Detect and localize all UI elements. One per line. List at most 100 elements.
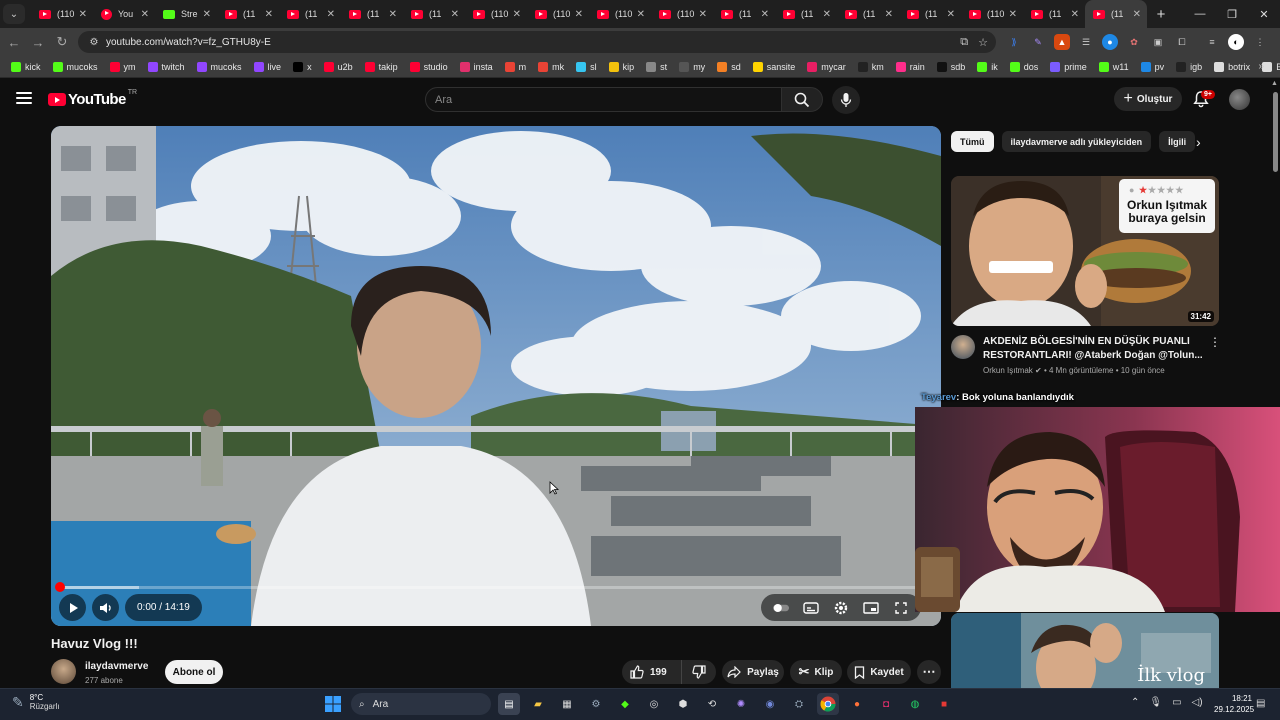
taskbar-search[interactable]: ⌕ Ara: [351, 693, 491, 715]
app-arrow-icon[interactable]: ⟲: [701, 693, 723, 715]
install-app-icon[interactable]: ⧉: [960, 36, 968, 49]
extension-1-icon[interactable]: ⟫: [1006, 34, 1022, 50]
bookmark-item[interactable]: km: [853, 58, 889, 76]
recommended-video-thumbnail-2[interactable]: İlk vlog: [951, 613, 1219, 688]
menu-hamburger-icon[interactable]: [16, 92, 32, 104]
discord-icon[interactable]: ◉: [759, 693, 781, 715]
site-info-icon[interactable]: ⚙: [84, 37, 104, 48]
browser-tab[interactable]: (110 ✕: [31, 0, 93, 28]
browser-menu-icon[interactable]: ⋮: [1252, 34, 1268, 50]
restore-icon[interactable]: ❐: [1216, 0, 1248, 28]
bookmark-item[interactable]: dos: [1005, 58, 1044, 76]
search-button[interactable]: [781, 87, 823, 112]
extension-7-icon[interactable]: ▣: [1150, 34, 1166, 50]
bookmark-item[interactable]: botrix: [1209, 58, 1255, 76]
bookmark-item[interactable]: mk: [533, 58, 569, 76]
browser-tab[interactable]: (11 ✕: [713, 0, 775, 28]
bookmark-item[interactable]: sd: [712, 58, 746, 76]
tab-close-icon[interactable]: ✕: [1133, 9, 1141, 20]
browser-tab[interactable]: (11 ✕: [775, 0, 837, 28]
voice-search-button[interactable]: [832, 86, 860, 114]
taskbar-clock[interactable]: 18:21 29.12.2025: [1214, 693, 1254, 715]
browser-tab[interactable]: (110 ✕: [961, 0, 1023, 28]
filter-chip[interactable]: ilaydavmerve adlı yükleyiciden: [1001, 131, 1152, 152]
tab-close-icon[interactable]: ✕: [265, 9, 273, 20]
extensions-puzzle-icon[interactable]: ⧠: [1174, 34, 1190, 50]
tab-close-icon[interactable]: ✕: [513, 9, 521, 20]
more-actions-button[interactable]: ⋯: [917, 660, 941, 684]
recommended-video-thumbnail[interactable]: ● ★★★★★ Orkun Işıtmak buraya gelsin 31:4…: [951, 176, 1219, 326]
address-bar[interactable]: ⚙ youtube.com/watch?v=fz_GTHU8y-E ⧉ ☆: [78, 31, 996, 53]
back-arrow-icon[interactable]: ←: [2, 30, 26, 54]
tab-search-chevron-icon[interactable]: ⌄: [3, 4, 25, 24]
settings-gear-icon[interactable]: [833, 600, 849, 616]
bookmark-item[interactable]: my: [674, 58, 710, 76]
recommended-channel-name[interactable]: Orkun Işıtmak: [983, 366, 1033, 375]
extension-4-icon[interactable]: ☰: [1078, 34, 1094, 50]
notification-center-icon[interactable]: ▤: [1256, 698, 1265, 709]
scroll-up-arrow-icon[interactable]: ▲: [1271, 80, 1278, 87]
bookmark-item[interactable]: kip: [604, 58, 640, 76]
microphone-tray-icon[interactable]: 🎙: [1149, 697, 1162, 708]
bookmark-item[interactable]: mycar: [802, 58, 851, 76]
share-button[interactable]: Paylaş: [722, 660, 784, 684]
chrome-icon[interactable]: [817, 693, 839, 715]
browser-tab[interactable]: (110 ✕: [589, 0, 651, 28]
youtube-logo[interactable]: YouTube TR: [48, 89, 137, 108]
tab-close-icon[interactable]: ✕: [885, 9, 893, 20]
profile-icon[interactable]: ◐: [1228, 34, 1244, 50]
chips-next-arrow-icon[interactable]: ›: [1196, 134, 1201, 150]
tab-close-icon[interactable]: ✕: [141, 9, 149, 20]
store-icon[interactable]: ▦: [556, 693, 578, 715]
extension-5-icon[interactable]: ●: [1102, 34, 1118, 50]
fullscreen-icon[interactable]: [893, 600, 909, 616]
tab-close-icon[interactable]: ✕: [451, 9, 459, 20]
bookmark-item[interactable]: prime: [1045, 58, 1092, 76]
tab-close-icon[interactable]: ✕: [389, 9, 397, 20]
firefox-icon[interactable]: ●: [846, 693, 868, 715]
channel-avatar[interactable]: [51, 659, 76, 684]
bookmark-item[interactable]: sdb: [932, 58, 971, 76]
tab-close-icon[interactable]: ✕: [823, 9, 831, 20]
browser-tab[interactable]: You ✕: [93, 0, 155, 28]
weather-widget[interactable]: ✎ 8°C Rüzgarlı: [12, 693, 60, 711]
bookmark-item[interactable]: studio: [405, 58, 453, 76]
bookmark-item[interactable]: m: [500, 58, 532, 76]
browser-tab[interactable]: (11 ✕: [1085, 0, 1147, 28]
tab-close-icon[interactable]: ✕: [1009, 9, 1017, 20]
tab-close-icon[interactable]: ✕: [575, 9, 583, 20]
volume-button[interactable]: [92, 594, 119, 621]
browser-tab[interactable]: (11 ✕: [217, 0, 279, 28]
extension-2-icon[interactable]: ✎: [1030, 34, 1046, 50]
app-red-icon[interactable]: ■: [933, 693, 955, 715]
reload-icon[interactable]: ↻: [50, 30, 74, 54]
app-cube-icon[interactable]: ⬢: [672, 693, 694, 715]
tab-close-icon[interactable]: ✕: [637, 9, 645, 20]
play-button[interactable]: [59, 594, 86, 621]
minimize-icon[interactable]: —: [1184, 0, 1216, 28]
forward-arrow-icon[interactable]: →: [26, 30, 50, 54]
browser-tab[interactable]: (110 ✕: [651, 0, 713, 28]
steam-icon[interactable]: ⛭: [788, 693, 810, 715]
browser-tab[interactable]: (11 ✕: [341, 0, 403, 28]
filter-chip[interactable]: İlgili: [1159, 131, 1196, 152]
bookmark-item[interactable]: insta: [455, 58, 498, 76]
clip-button[interactable]: ✂ Klip: [790, 660, 842, 684]
bookmark-item[interactable]: pv: [1136, 58, 1170, 76]
extension-3-icon[interactable]: ▲: [1054, 34, 1070, 50]
task-view-icon[interactable]: ▤: [498, 693, 520, 715]
obs-icon[interactable]: ◎: [643, 693, 665, 715]
close-window-icon[interactable]: ✕: [1248, 0, 1280, 28]
bookmark-item[interactable]: mucoks: [48, 58, 103, 76]
whatsapp-icon[interactable]: ◍: [904, 693, 926, 715]
bookmark-item[interactable]: w11: [1094, 58, 1134, 76]
tab-close-icon[interactable]: ✕: [327, 9, 335, 20]
instagram-icon[interactable]: ◘: [875, 693, 897, 715]
bookmark-item[interactable]: u2b: [319, 58, 358, 76]
recommended-video-title[interactable]: AKDENİZ BÖLGESİ'NİN EN DÜŞÜK PUANLI REST…: [983, 335, 1203, 363]
channel-name[interactable]: ilaydavmerve: [85, 661, 148, 672]
bookmark-item[interactable]: twitch: [143, 58, 190, 76]
account-avatar[interactable]: [1229, 89, 1250, 110]
bookmark-item[interactable]: igb: [1171, 58, 1207, 76]
save-button[interactable]: Kaydet: [847, 660, 911, 684]
